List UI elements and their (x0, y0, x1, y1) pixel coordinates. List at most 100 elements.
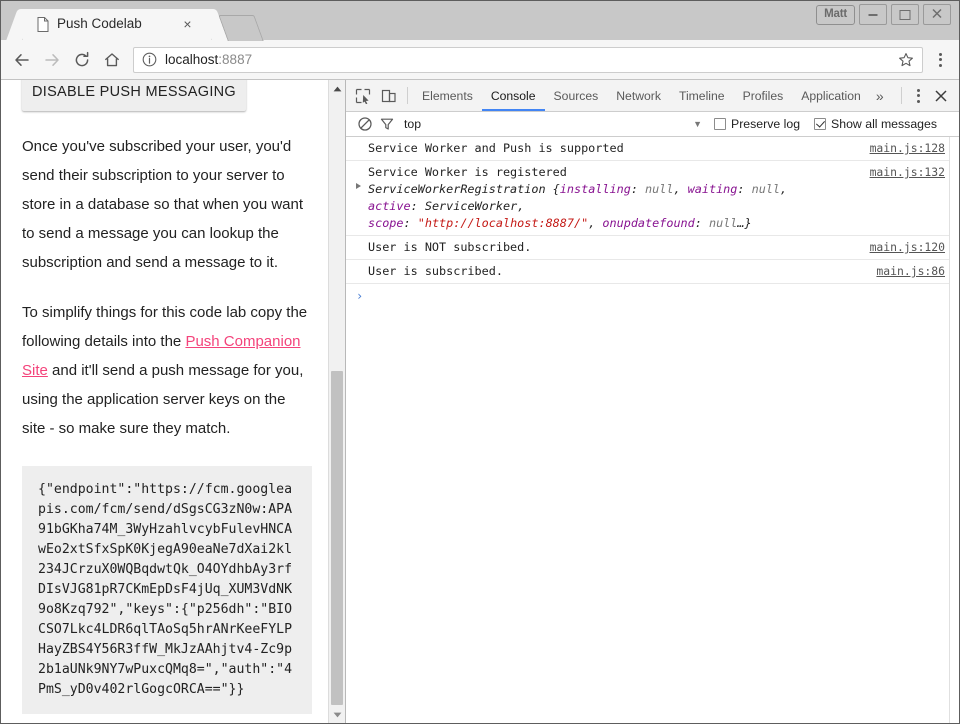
clear-console-icon[interactable] (354, 113, 376, 135)
paragraph-subscription-info: Once you've subscribed your user, you'd … (22, 132, 312, 277)
device-toolbar-icon[interactable] (376, 83, 402, 109)
object-key: scope (368, 216, 404, 230)
back-button[interactable] (7, 45, 37, 75)
console-output[interactable]: Service Worker and Push is supported mai… (346, 137, 959, 723)
console-row[interactable]: Service Worker and Push is supported mai… (346, 137, 959, 161)
object-sep: : (737, 182, 751, 196)
object-key: onupdatefound (602, 216, 694, 230)
object-value: "http://localhost:8887/" (418, 216, 588, 230)
expand-triangle-icon[interactable] (356, 183, 361, 189)
tab-close-icon[interactable]: × (180, 17, 195, 32)
browser-toolbar: localhost:8887 (1, 40, 959, 80)
object-key: waiting (688, 182, 738, 196)
tab-profiles[interactable]: Profiles (734, 80, 793, 111)
url-text: localhost:8887 (165, 52, 896, 67)
object-class-name: ServiceWorkerRegistration (368, 182, 546, 196)
preserve-log-box[interactable] (714, 118, 726, 130)
devtools-tab-bar: Elements Console Sources Network Timelin… (346, 80, 959, 112)
scroll-up-arrow-icon[interactable] (329, 80, 345, 97)
page-scrollbar-thumb[interactable] (331, 371, 343, 705)
console-source-link[interactable]: main.js:132 (858, 164, 959, 181)
object-tail: , (588, 216, 602, 230)
show-all-messages-checkbox[interactable]: Show all messages (814, 117, 937, 131)
object-sep: : (404, 216, 418, 230)
object-tail: …} (737, 216, 751, 230)
reload-icon[interactable] (67, 45, 97, 75)
toolbar-divider (407, 87, 408, 104)
filter-funnel-icon[interactable] (376, 113, 398, 135)
devtools-panel: Elements Console Sources Network Timelin… (346, 80, 959, 723)
url-host: localhost (165, 52, 218, 67)
console-message: User is subscribed. (368, 263, 864, 280)
window-controls: Matt (816, 4, 951, 25)
show-all-messages-box[interactable] (814, 118, 826, 130)
content-area: DISABLE PUSH MESSAGING Once you've subsc… (1, 80, 959, 723)
paragraph-2-text-after: and it'll send a push message for you, u… (22, 362, 303, 437)
console-row[interactable]: User is subscribed. main.js:86 (346, 260, 959, 284)
page-icon (37, 17, 49, 32)
forward-button (37, 45, 67, 75)
console-message-text: Service Worker is registered (368, 164, 858, 181)
console-scrollbar[interactable] (949, 137, 959, 723)
object-value: null (645, 182, 673, 196)
console-row[interactable]: Service Worker is registered ServiceWork… (346, 161, 959, 236)
page-content: DISABLE PUSH MESSAGING Once you've subsc… (1, 80, 323, 714)
toolbar-divider-right (901, 87, 902, 104)
object-tail: , (673, 182, 687, 196)
subscription-json-block: {"endpoint":"https://fcm.googleapis.com/… (22, 466, 312, 714)
browser-tab-push-codelab[interactable]: Push Codelab × (23, 9, 211, 40)
tab-strip: Push Codelab × Matt (1, 1, 959, 40)
profile-chip[interactable]: Matt (816, 5, 855, 25)
home-icon[interactable] (97, 45, 127, 75)
web-page-viewport: DISABLE PUSH MESSAGING Once you've subsc… (1, 80, 346, 723)
chrome-menu-icon[interactable] (927, 45, 953, 75)
object-tail: , (517, 199, 524, 213)
object-sep: : (631, 182, 645, 196)
console-row[interactable]: User is NOT subscribed. main.js:120 (346, 236, 959, 260)
object-open-brace: { (546, 182, 560, 196)
preserve-log-label: Preserve log (731, 117, 800, 131)
bookmark-star-icon[interactable] (896, 50, 916, 70)
tab-console[interactable]: Console (482, 80, 545, 111)
object-key: installing (560, 182, 631, 196)
object-value: ServiceWorker (425, 199, 517, 213)
object-sep: : (411, 199, 425, 213)
show-all-messages-label: Show all messages (831, 117, 937, 131)
tab-title: Push Codelab (57, 16, 173, 31)
console-message-text: User is subscribed. (368, 263, 864, 280)
devtools-menu-icon[interactable] (907, 83, 929, 109)
tab-timeline[interactable]: Timeline (670, 80, 734, 111)
info-circle-icon[interactable] (142, 52, 157, 67)
tab-network[interactable]: Network (607, 80, 670, 111)
scroll-down-arrow-icon[interactable] (329, 706, 345, 723)
console-prompt[interactable]: › (346, 284, 959, 307)
minimize-button[interactable] (859, 4, 887, 25)
console-message-text: User is NOT subscribed. (368, 239, 858, 256)
console-message-text: Service Worker and Push is supported (368, 140, 858, 157)
browser-window: Push Codelab × Matt (0, 0, 960, 724)
console-context-selector[interactable]: top (404, 117, 421, 131)
maximize-button[interactable] (891, 4, 919, 25)
preserve-log-checkbox[interactable]: Preserve log (714, 117, 800, 131)
object-sep: : (695, 216, 709, 230)
console-source-link[interactable]: main.js:120 (858, 239, 959, 256)
console-message: Service Worker and Push is supported (368, 140, 858, 157)
chevron-down-icon[interactable]: ▼ (693, 119, 714, 129)
page-scrollbar[interactable] (328, 80, 345, 723)
object-value: null (752, 182, 780, 196)
object-tail: , (780, 182, 787, 196)
console-source-link[interactable]: main.js:86 (864, 263, 959, 280)
close-button[interactable] (923, 4, 951, 25)
inspect-element-icon[interactable] (350, 83, 376, 109)
tab-elements[interactable]: Elements (413, 80, 482, 111)
close-icon[interactable] (929, 83, 953, 109)
more-tabs-icon[interactable]: » (870, 80, 890, 112)
paragraph-companion-site: To simplify things for this code lab cop… (22, 298, 312, 443)
console-filter-bar: top ▼ Preserve log Show all messages (346, 112, 959, 137)
address-bar[interactable]: localhost:8887 (133, 47, 923, 73)
url-port: :8887 (218, 52, 252, 67)
tab-application[interactable]: Application (792, 80, 870, 111)
tab-sources[interactable]: Sources (545, 80, 608, 111)
disable-push-messaging-button[interactable]: DISABLE PUSH MESSAGING (22, 80, 246, 111)
console-source-link[interactable]: main.js:128 (858, 140, 959, 157)
